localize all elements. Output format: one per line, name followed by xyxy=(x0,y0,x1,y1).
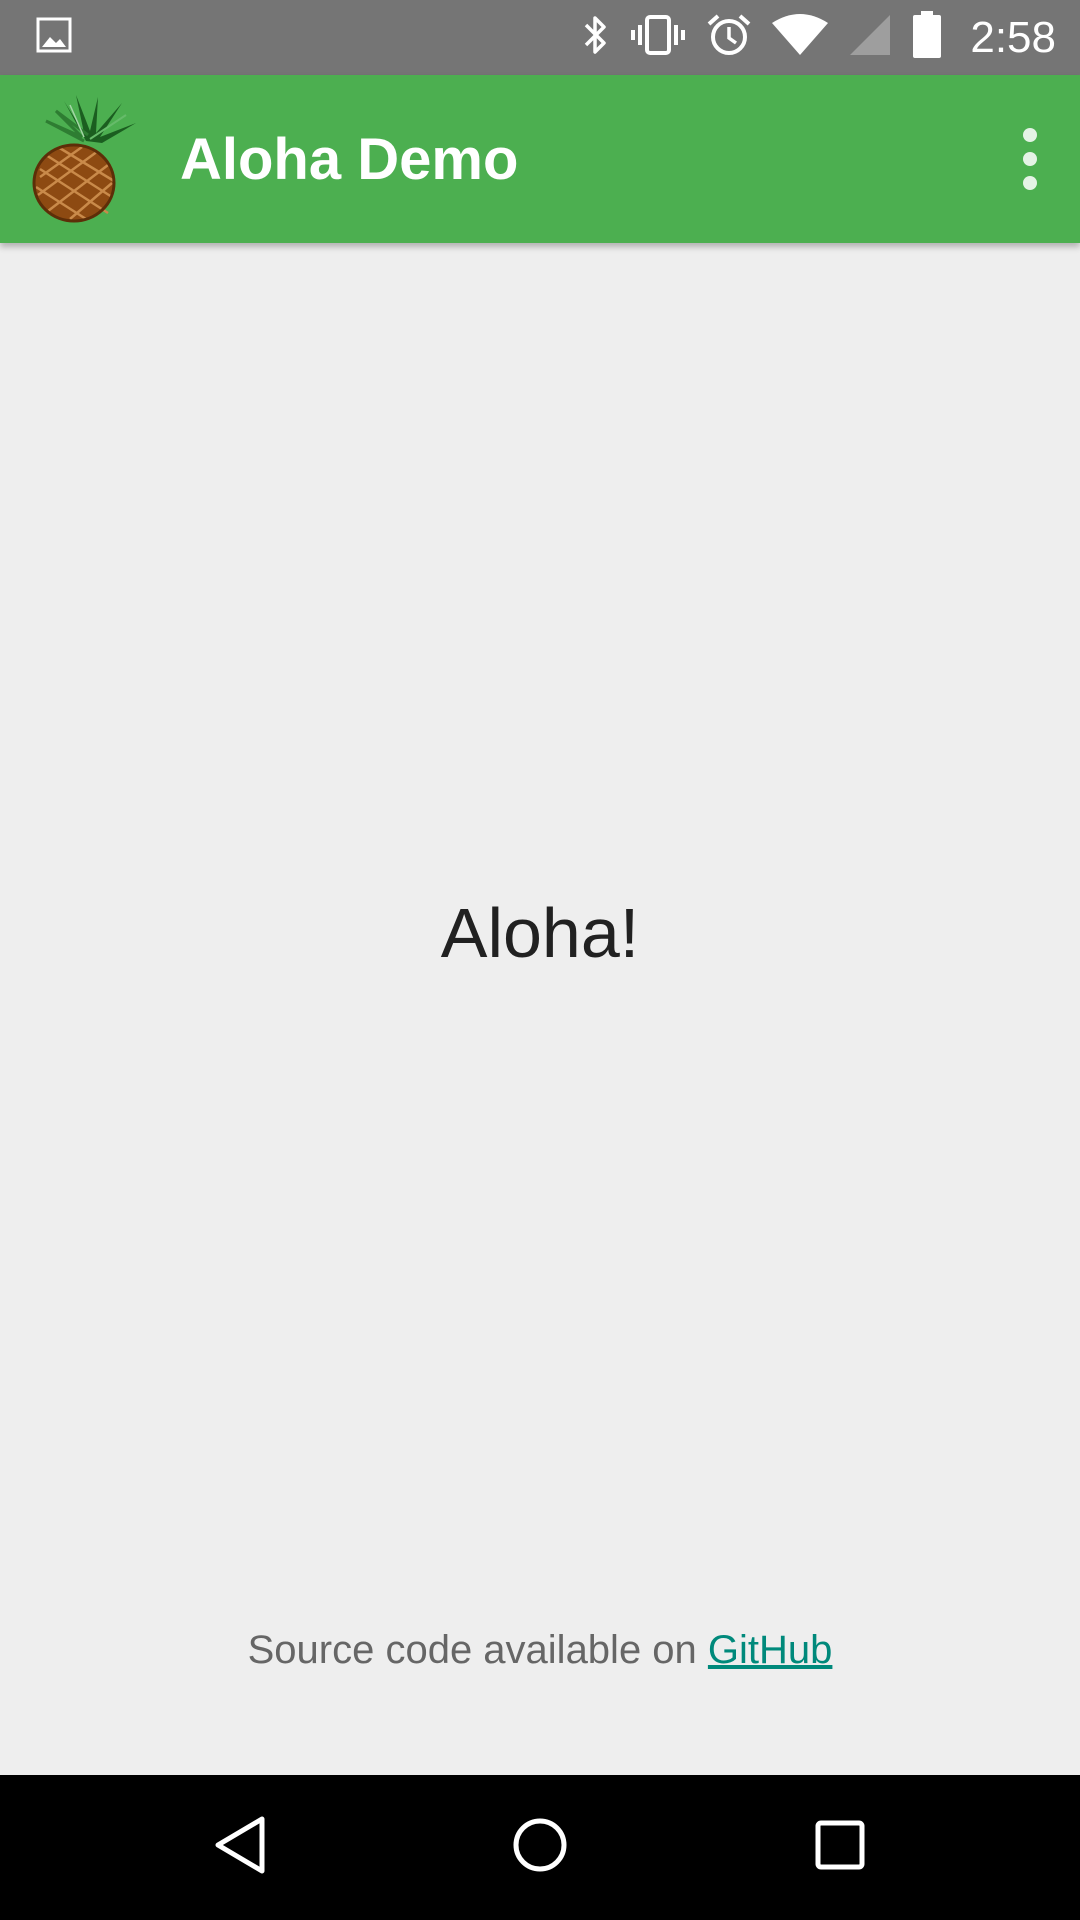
navigation-bar xyxy=(0,1775,1080,1920)
status-time: 2:58 xyxy=(970,12,1056,62)
image-notification-icon xyxy=(36,17,72,58)
recents-button[interactable] xyxy=(790,1797,890,1897)
cell-signal-icon xyxy=(848,13,892,62)
back-icon xyxy=(210,1813,270,1882)
app-bar: Aloha Demo xyxy=(0,75,1080,243)
pineapple-logo xyxy=(26,93,146,228)
greeting-text: Aloha! xyxy=(440,894,640,972)
status-left xyxy=(36,17,580,58)
vibrate-icon xyxy=(630,13,686,62)
bluetooth-icon xyxy=(580,13,610,62)
overflow-menu-button[interactable] xyxy=(998,117,1062,201)
home-icon xyxy=(510,1815,570,1880)
github-link[interactable]: GitHub xyxy=(708,1628,833,1672)
back-button[interactable] xyxy=(190,1797,290,1897)
battery-icon xyxy=(912,11,942,64)
wifi-icon xyxy=(772,13,829,62)
source-code-footer: Source code available on GitHub xyxy=(0,1628,1080,1673)
app-title: Aloha Demo xyxy=(180,126,519,192)
home-button[interactable] xyxy=(490,1797,590,1897)
recents-icon xyxy=(812,1817,868,1878)
status-right: 2:58 xyxy=(580,11,1056,64)
status-bar: 2:58 xyxy=(0,0,1080,75)
alarm-icon xyxy=(706,13,752,62)
overflow-menu-icon xyxy=(1023,128,1037,190)
footer-prefix: Source code available on xyxy=(247,1628,708,1672)
main-content: Aloha! Source code available on GitHub xyxy=(0,243,1080,1775)
